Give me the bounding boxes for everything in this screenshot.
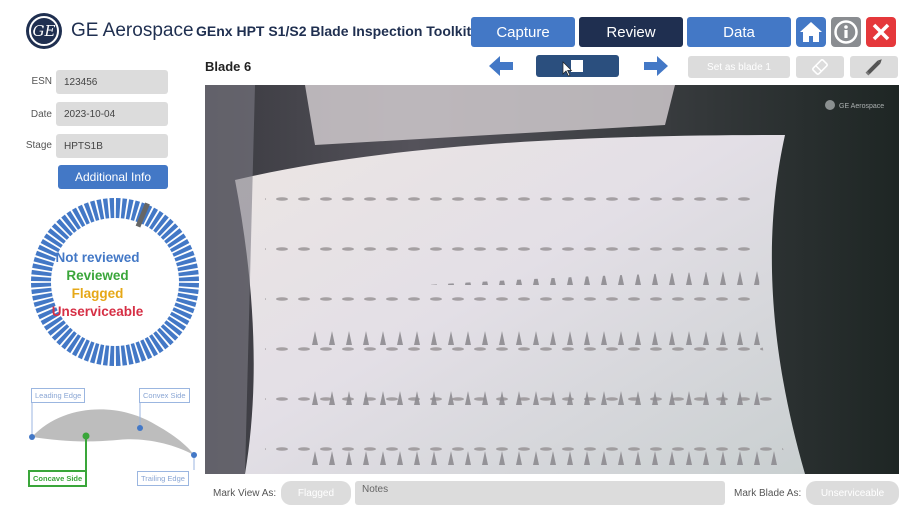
stop-icon: [562, 60, 583, 77]
tab-capture[interactable]: Capture: [471, 17, 575, 47]
ge-logo: GE: [26, 13, 62, 49]
mark-blade-unserviceable-button[interactable]: Unserviceable: [806, 481, 899, 505]
legend-unserviceable: Unserviceable: [51, 304, 144, 319]
next-button[interactable]: [643, 55, 669, 77]
notes-field[interactable]: Notes: [355, 481, 725, 505]
home-button[interactable]: [796, 17, 826, 47]
ring-segment[interactable]: [115, 345, 121, 366]
previous-button[interactable]: [488, 55, 514, 77]
ring-segment[interactable]: [102, 198, 110, 219]
mark-view-label: Mark View As:: [213, 488, 277, 499]
blade-inspection-image: GE Aerospace: [205, 85, 899, 474]
ring-segment[interactable]: [115, 198, 121, 219]
close-icon: [872, 23, 890, 41]
date-label: Date: [30, 109, 52, 120]
convex-side-button[interactable]: Convex Side: [139, 388, 190, 403]
stop-button[interactable]: [536, 55, 619, 77]
tab-review[interactable]: Review: [579, 17, 683, 47]
concave-side-button[interactable]: Concave Side: [28, 470, 88, 487]
pencil-button[interactable]: [850, 56, 898, 78]
close-button[interactable]: [866, 17, 896, 47]
convex-side-point[interactable]: [137, 425, 143, 431]
tab-data[interactable]: Data: [687, 17, 791, 47]
image-watermark: GE Aerospace: [839, 103, 884, 110]
set-as-blade-1-button[interactable]: Set as blade 1: [688, 56, 790, 78]
blade-image-viewer[interactable]: GE Aerospace: [205, 85, 899, 474]
legend-reviewed: Reviewed: [66, 268, 129, 283]
home-icon: [800, 22, 822, 42]
leading-edge-button[interactable]: Leading Edge: [31, 388, 86, 403]
ring-segment[interactable]: [178, 269, 199, 277]
info-icon: [834, 20, 858, 44]
ring-segment[interactable]: [109, 198, 115, 219]
leading-edge-point[interactable]: [29, 434, 35, 440]
stage-label: Stage: [25, 140, 52, 151]
eraser-button[interactable]: [796, 56, 844, 78]
ring-segment[interactable]: [102, 345, 110, 366]
esn-field[interactable]: 123456: [56, 70, 168, 94]
ring-segment[interactable]: [178, 287, 199, 295]
ge-monogram: GE: [29, 16, 59, 46]
ring-segment[interactable]: [178, 276, 199, 282]
ring-segment[interactable]: [120, 198, 128, 219]
date-field[interactable]: 2023-10-04: [56, 102, 168, 126]
esn-label: ESN: [31, 76, 52, 87]
concave-side-point[interactable]: [82, 432, 90, 440]
mark-blade-label: Mark Blade As:: [734, 488, 802, 499]
brand-name: GE Aerospace: [71, 20, 194, 41]
ring-segment[interactable]: [178, 282, 199, 288]
legend-flagged: Flagged: [71, 286, 124, 301]
arrow-left-icon: [489, 56, 513, 76]
stage-field[interactable]: HPTS1B: [56, 134, 168, 158]
ring-segment[interactable]: [120, 345, 128, 366]
trailing-edge-point[interactable]: [191, 452, 197, 458]
eraser-icon: [812, 59, 828, 75]
blade-profile-diagram: [29, 395, 197, 470]
arrow-right-icon: [644, 56, 668, 76]
pencil-icon: [865, 59, 882, 76]
info-button[interactable]: [831, 17, 861, 47]
ring-segment[interactable]: [109, 345, 115, 366]
blade-title: Blade 6: [205, 59, 252, 74]
trailing-edge-button[interactable]: Trailing Edge: [137, 471, 189, 486]
legend-not-reviewed: Not reviewed: [55, 250, 140, 265]
app-title: GEnx HPT S1/S2 Blade Inspection Toolkit: [196, 23, 472, 39]
additional-info-button[interactable]: Additional Info: [58, 165, 168, 189]
mark-view-flagged-button[interactable]: Flagged: [281, 481, 351, 505]
